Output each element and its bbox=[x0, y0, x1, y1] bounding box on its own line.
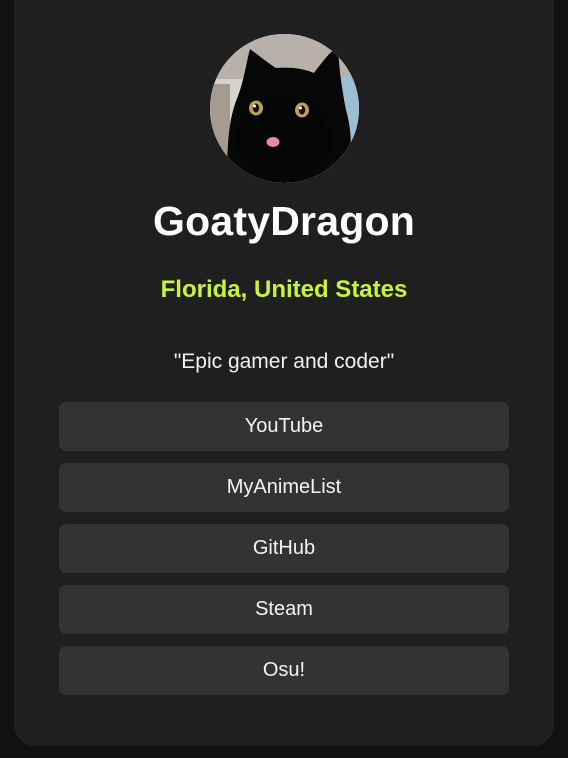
github-link-button[interactable]: GitHub bbox=[59, 524, 509, 573]
github-link-label: GitHub bbox=[252, 537, 316, 559]
steam-link-label: Steam bbox=[255, 598, 313, 620]
osu-link-button[interactable]: Osu! bbox=[59, 646, 509, 695]
osu-link-label: Osu! bbox=[262, 659, 306, 681]
myanimelist-link-label: MyAnimeList bbox=[226, 476, 342, 498]
black-cat-avatar-image bbox=[210, 34, 359, 183]
links-list: YouTube MyAnimeList GitHub Steam Osu! bbox=[59, 402, 509, 707]
profile-name: GoatyDragon bbox=[153, 198, 415, 244]
profile-location: Florida, United States bbox=[160, 276, 408, 303]
youtube-link-label: YouTube bbox=[244, 415, 324, 437]
myanimelist-link-button[interactable]: MyAnimeList bbox=[59, 463, 509, 512]
youtube-link-button[interactable]: YouTube bbox=[59, 402, 509, 451]
avatar bbox=[210, 34, 359, 183]
steam-link-button[interactable]: Steam bbox=[59, 585, 509, 634]
profile-bio: "Epic gamer and coder" bbox=[173, 350, 395, 373]
